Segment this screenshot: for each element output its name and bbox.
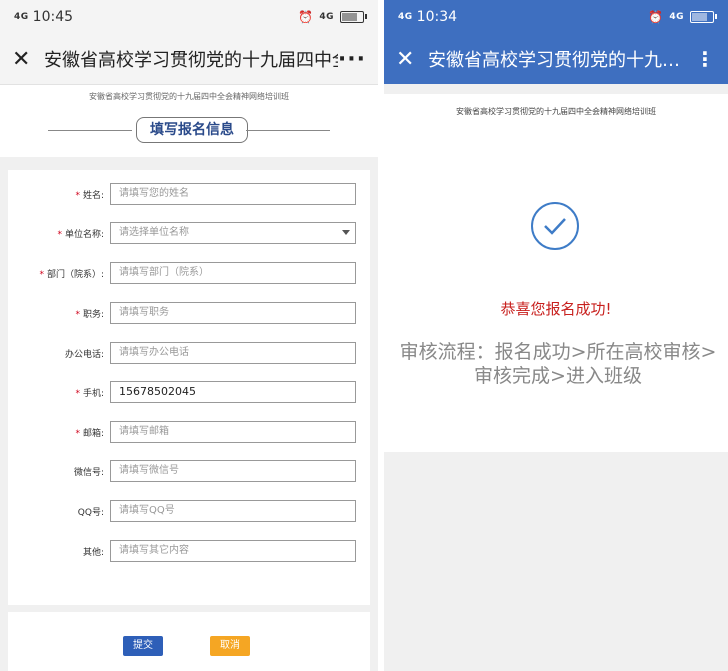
close-icon[interactable]: ✕ — [12, 47, 44, 72]
label-text: 其他: — [82, 547, 104, 558]
page-title: 安徽省高校学习贯彻党的十九届四中全… — [44, 50, 338, 71]
network-icon: 4G — [319, 12, 334, 22]
form-row-position: * 职务: 请填写职务 — [8, 302, 370, 324]
alarm-icon: ⏰ — [648, 10, 664, 24]
status-time: 10:45 — [32, 9, 74, 25]
battery-icon — [340, 11, 367, 23]
success-panel: 恭喜您报名成功! 审核流程：报名成功>所在高校审核>审核完成>进入班级 — [384, 130, 728, 452]
label-text: 部门（院系）: — [46, 269, 104, 280]
position-input[interactable]: 请填写职务 — [110, 302, 356, 324]
required-marker: * — [57, 229, 62, 240]
success-screen: 4G 10:34 ⏰ 4G ✕ 安徽省高校学习贯彻党的十九… ⋮ 安徽省高校学习… — [384, 0, 728, 671]
email-input[interactable]: 请填写邮箱 — [110, 421, 356, 443]
office-phone-input[interactable]: 请填写办公电话 — [110, 342, 356, 364]
form-banner: 安徽省高校学习贯彻党的十九届四中全会精神网络培训班 填写报名信息 — [0, 85, 378, 157]
required-marker: * — [39, 269, 44, 280]
label-text: 邮箱: — [82, 428, 104, 439]
signal-icon: 4G — [14, 12, 29, 22]
check-circle-icon — [531, 202, 579, 250]
close-icon[interactable]: ✕ — [396, 47, 428, 72]
form-footer: 提交 取消 — [8, 612, 370, 671]
banner-subtitle: 安徽省高校学习贯彻党的十九届四中全会精神网络培训班 — [89, 92, 289, 101]
cancel-button[interactable]: 取消 — [210, 636, 250, 656]
more-menu-icon[interactable]: ··· — [338, 47, 366, 72]
other-input[interactable]: 请填写其它内容 — [110, 540, 356, 562]
title-bar: ✕ 安徽省高校学习贯彻党的十九届四中全… ··· — [0, 34, 378, 85]
form-row-unit: * 单位名称: 请选择单位名称 — [8, 222, 370, 244]
field-label: * 姓名: — [8, 188, 110, 201]
wechat-input[interactable]: 请填写微信号 — [110, 460, 356, 482]
form-row-qq: QQ号: 请填写QQ号 — [8, 500, 370, 522]
status-time: 10:34 — [416, 9, 458, 25]
required-marker: * — [75, 388, 80, 399]
field-label: 办公电话: — [8, 347, 110, 360]
form-row-mobile: * 手机: 15678502045 — [8, 381, 370, 403]
label-text: 手机: — [82, 388, 104, 399]
status-bar: 4G 10:45 ⏰ 4G — [0, 0, 378, 34]
title-bar: ✕ 安徽省高校学习贯彻党的十九… ⋮ — [384, 34, 728, 84]
label-text: 职务: — [82, 309, 104, 320]
department-input[interactable]: 请填写部门（院系） — [110, 262, 356, 284]
page-subtitle: 安徽省高校学习贯彻党的十九届四中全会精神网络培训班 — [384, 94, 728, 130]
label-text: 微信号: — [73, 467, 104, 478]
field-label: * 单位名称: — [8, 227, 110, 240]
page-title: 安徽省高校学习贯彻党的十九… — [428, 50, 680, 71]
review-flow-text: 审核流程：报名成功>所在高校审核>审核完成>进入班级 — [399, 341, 717, 387]
more-menu-icon[interactable]: ⋮ — [695, 47, 716, 71]
qq-input[interactable]: 请填写QQ号 — [110, 500, 356, 522]
form-row-wechat: 微信号: 请填写微信号 — [8, 460, 370, 482]
unit-select[interactable]: 请选择单位名称 — [110, 222, 356, 244]
battery-icon — [690, 11, 717, 23]
label-text: 姓名: — [82, 190, 104, 201]
required-marker: * — [75, 428, 80, 439]
field-label: QQ号: — [8, 505, 110, 518]
field-label: * 邮箱: — [8, 426, 110, 439]
form-row-email: * 邮箱: 请填写邮箱 — [8, 421, 370, 443]
chevron-down-icon[interactable] — [342, 230, 350, 235]
mobile-input[interactable]: 15678502045 — [110, 381, 356, 403]
status-bar: 4G 10:34 ⏰ 4G — [384, 0, 728, 34]
signal-icon: 4G — [398, 12, 413, 22]
divider-right — [246, 130, 330, 131]
label-text: 办公电话: — [64, 349, 104, 360]
form-row-other: 其他: 请填写其它内容 — [8, 540, 370, 562]
alarm-icon: ⏰ — [298, 10, 314, 24]
field-label: * 部门（院系）: — [8, 267, 110, 280]
form-row-office-phone: 办公电话: 请填写办公电话 — [8, 342, 370, 364]
form-row-department: * 部门（院系）: 请填写部门（院系） — [8, 262, 370, 284]
field-label: 其他: — [8, 545, 110, 558]
name-input[interactable]: 请填写您的姓名 — [110, 183, 356, 205]
label-text: QQ号: — [77, 507, 104, 518]
required-marker: * — [75, 190, 80, 201]
form-row-name: * 姓名: 请填写您的姓名 — [8, 183, 370, 205]
network-icon: 4G — [669, 12, 684, 22]
label-text: 单位名称: — [64, 229, 104, 240]
form-heading: 填写报名信息 — [136, 117, 248, 143]
field-label: 微信号: — [8, 465, 110, 478]
registration-screen: 4G 10:45 ⏰ 4G ✕ 安徽省高校学习贯彻党的十九届四中全… ··· 安… — [0, 0, 378, 671]
divider-left — [48, 130, 132, 131]
field-label: * 职务: — [8, 307, 110, 320]
field-label: * 手机: — [8, 386, 110, 399]
submit-button[interactable]: 提交 — [123, 636, 163, 656]
required-marker: * — [75, 309, 80, 320]
registration-form: * 姓名: 请填写您的姓名 * 单位名称: 请选择单位名称 * 部门（院系）: 请填写… — [8, 170, 370, 605]
success-message: 恭喜您报名成功! — [500, 300, 612, 318]
